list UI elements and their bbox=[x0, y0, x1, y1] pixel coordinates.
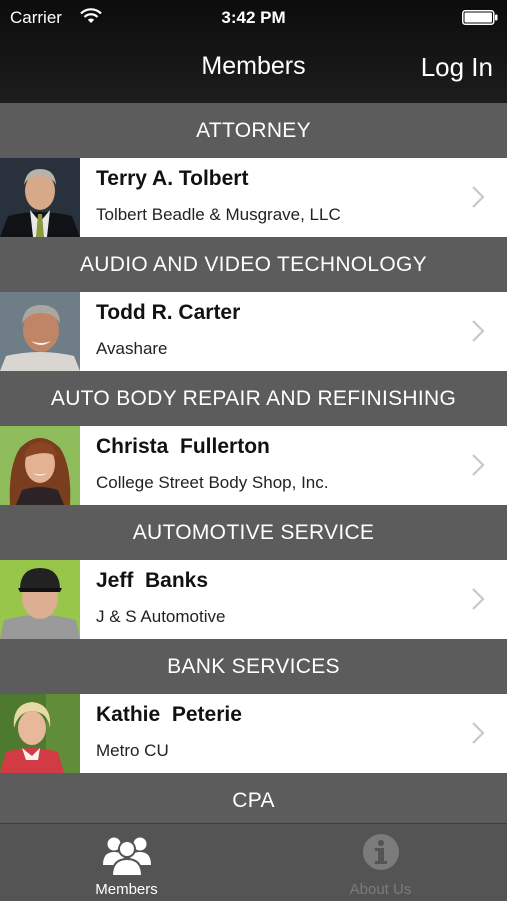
tab-members[interactable]: Members bbox=[0, 824, 253, 901]
chevron-right-icon bbox=[472, 186, 485, 208]
member-name: Todd R. Carter bbox=[96, 301, 241, 324]
avatar bbox=[0, 426, 80, 505]
avatar bbox=[0, 292, 80, 371]
tab-about-us[interactable]: About Us bbox=[254, 824, 507, 901]
member-row[interactable]: Kathie Peterie Metro CU bbox=[0, 694, 507, 773]
member-row[interactable]: Christa Fullerton College Street Body Sh… bbox=[0, 426, 507, 505]
status-bar: Carrier 3:42 PM bbox=[0, 0, 507, 36]
avatar bbox=[0, 158, 80, 237]
section-header: CPA bbox=[0, 773, 507, 823]
chevron-right-icon bbox=[472, 588, 485, 610]
member-company: Avashare bbox=[96, 339, 168, 358]
login-button[interactable]: Log In bbox=[421, 52, 493, 83]
tab-label: About Us bbox=[349, 881, 412, 898]
member-name: Jeff Banks bbox=[96, 569, 209, 592]
member-row[interactable]: Jeff Banks J & S Automotive bbox=[0, 560, 507, 639]
member-company: Metro CU bbox=[96, 741, 169, 760]
navigation-header: Carrier 3:42 PM Members Log In bbox=[0, 0, 507, 103]
tab-bar: Members About Us bbox=[0, 823, 507, 901]
member-row[interactable]: Terry A. Tolbert Tolbert Beadle & Musgra… bbox=[0, 158, 507, 237]
tab-label: Members bbox=[95, 881, 158, 898]
avatar bbox=[0, 560, 80, 639]
member-name: Terry A. Tolbert bbox=[96, 167, 249, 190]
section-header: AUTOMOTIVE SERVICE bbox=[0, 505, 507, 560]
members-group-icon bbox=[102, 837, 151, 876]
section-header: AUTO BODY REPAIR AND REFINISHING bbox=[0, 371, 507, 426]
section-header: ATTORNEY bbox=[0, 103, 507, 158]
member-company: J & S Automotive bbox=[96, 607, 226, 626]
member-company: College Street Body Shop, Inc. bbox=[96, 473, 329, 492]
member-name: Christa Fullerton bbox=[96, 435, 270, 458]
chevron-right-icon bbox=[472, 320, 485, 342]
chevron-right-icon bbox=[472, 722, 485, 744]
member-name: Kathie Peterie bbox=[96, 703, 242, 726]
member-company: Tolbert Beadle & Musgrave, LLC bbox=[96, 205, 341, 224]
members-list[interactable]: ATTORNEY Terry A. Tolbert Tolbert Beadle… bbox=[0, 103, 507, 823]
member-row[interactable]: Todd R. Carter Avashare bbox=[0, 292, 507, 371]
info-icon bbox=[362, 834, 399, 870]
avatar bbox=[0, 694, 80, 773]
battery-icon bbox=[462, 10, 498, 25]
section-header: BANK SERVICES bbox=[0, 639, 507, 694]
status-time: 3:42 PM bbox=[221, 8, 286, 27]
chevron-right-icon bbox=[472, 454, 485, 476]
section-header: AUDIO AND VIDEO TECHNOLOGY bbox=[0, 237, 507, 292]
